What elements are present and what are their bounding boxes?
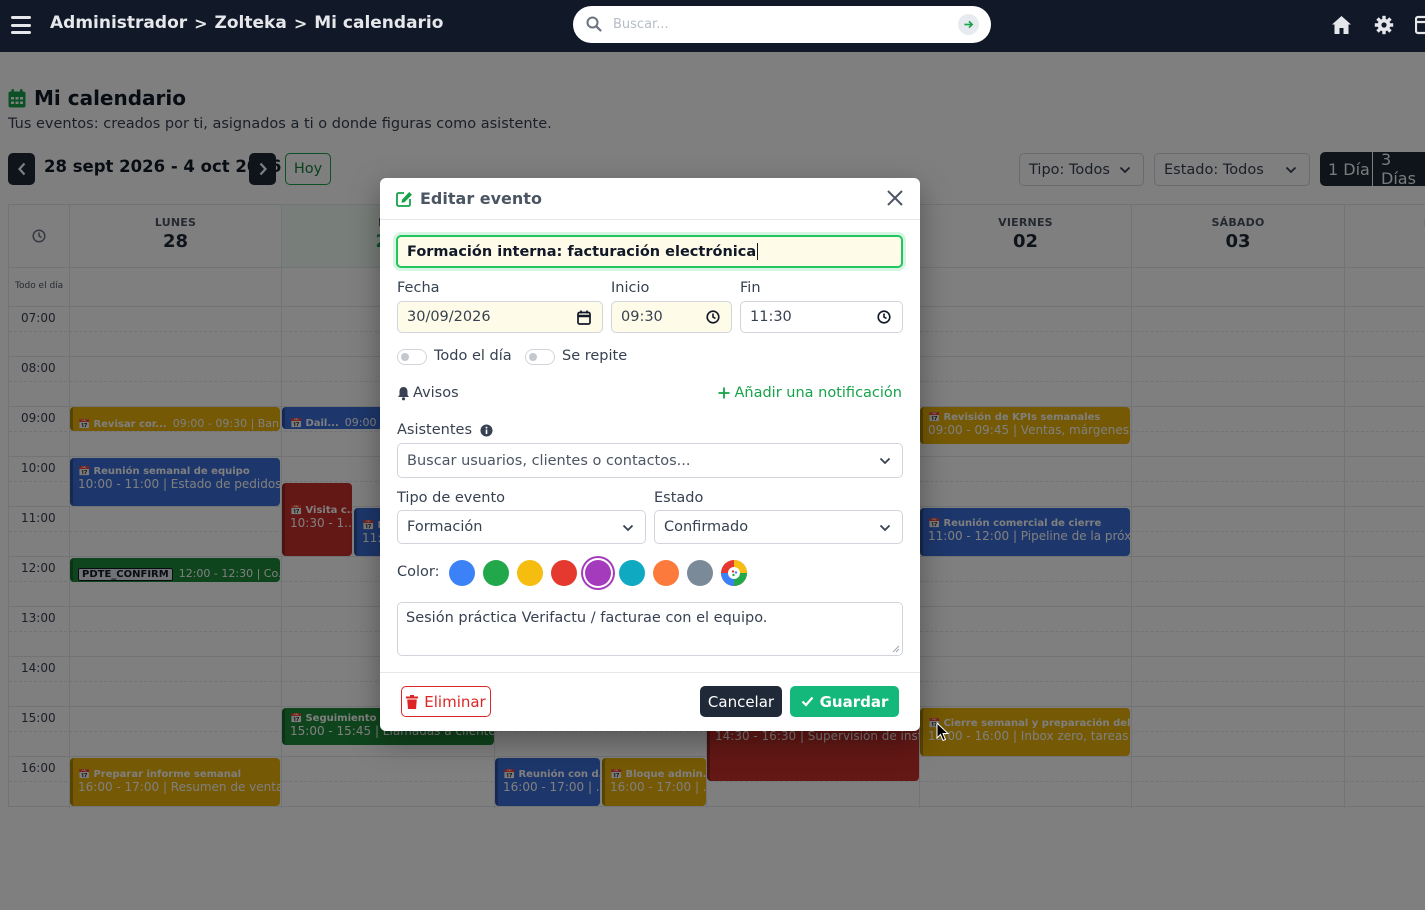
repeat-toggle[interactable] <box>525 349 555 365</box>
add-notification-label: Añadir una notificación <box>734 385 902 401</box>
event-type-select[interactable]: Formación <box>397 510 646 544</box>
event-type-label: Tipo de evento <box>397 490 506 506</box>
search-input[interactable] <box>613 14 933 34</box>
check-icon <box>801 696 813 707</box>
search-icon <box>586 16 602 32</box>
edit-icon <box>396 191 412 207</box>
breadcrumb-separator: > <box>293 13 308 33</box>
edit-event-dialog: Editar evento Formación interna: factura… <box>380 178 920 731</box>
dialog-title-text: Editar evento <box>420 189 542 208</box>
plus-icon <box>718 387 730 399</box>
delete-label: Eliminar <box>424 692 486 711</box>
resize-handle-icon[interactable] <box>892 645 900 653</box>
menu-icon[interactable] <box>11 16 31 34</box>
color-swatch-blue[interactable] <box>449 560 475 586</box>
end-label: Fin <box>740 280 761 296</box>
start-label: Inicio <box>611 280 650 296</box>
all-day-toggle[interactable] <box>397 349 427 365</box>
info-icon[interactable] <box>480 424 493 437</box>
alerts-label: Avisos <box>413 385 459 401</box>
date-value: 30/09/2026 <box>407 309 491 325</box>
delete-button[interactable]: Eliminar <box>401 686 491 717</box>
top-bar: Administrador > Zolteka > Mi calendario <box>0 0 1425 52</box>
calendar-icon <box>577 310 591 325</box>
save-label: Guardar <box>819 692 889 711</box>
start-time-value: 09:30 <box>621 309 663 325</box>
end-time-value: 11:30 <box>750 309 792 325</box>
custom-color-palette-icon[interactable] <box>721 560 747 586</box>
event-title-input[interactable]: Formación interna: facturación electróni… <box>396 235 903 268</box>
color-swatch-green[interactable] <box>483 560 509 586</box>
cancel-button[interactable]: Cancelar <box>700 686 782 717</box>
dialog-title: Editar evento <box>396 189 542 208</box>
add-notification-link[interactable]: Añadir una notificación <box>718 385 902 401</box>
repeat-label: Se repite <box>562 348 628 364</box>
status-value: Confirmado <box>664 519 749 535</box>
breadcrumb: Administrador > Zolteka > Mi calendario <box>50 13 443 33</box>
home-icon[interactable] <box>1331 15 1352 35</box>
attendees-search-input[interactable]: Buscar usuarios, clientes o contactos... <box>397 443 903 478</box>
attendees-label: Asistentes <box>397 422 473 438</box>
dialog-footer-divider <box>380 672 920 673</box>
breadcrumb-item-admin[interactable]: Administrador <box>50 13 187 33</box>
calendar-icon[interactable] <box>1415 15 1425 35</box>
mouse-cursor-icon <box>936 722 950 742</box>
description-value: Sesión práctica Verifactu / facturae con… <box>406 610 768 626</box>
arrow-right-icon <box>964 20 974 29</box>
event-type-value: Formación <box>407 519 483 535</box>
trash-icon <box>406 694 419 709</box>
chevron-down-icon <box>622 524 634 532</box>
date-label: Fecha <box>397 280 440 296</box>
event-title-value: Formación interna: facturación electróni… <box>407 243 757 260</box>
breadcrumb-item-company[interactable]: Zolteka <box>215 13 287 33</box>
save-button[interactable]: Guardar <box>790 686 899 717</box>
color-label: Color: <box>397 564 440 580</box>
gear-icon[interactable] <box>1374 15 1394 35</box>
clock-icon <box>706 310 720 324</box>
chevron-down-icon <box>879 524 891 532</box>
attendees-placeholder: Buscar usuarios, clientes o contactos... <box>407 452 691 469</box>
status-label: Estado <box>654 490 704 506</box>
breadcrumb-separator: > <box>194 13 208 33</box>
date-input[interactable]: 30/09/2026 <box>397 301 603 333</box>
start-time-input[interactable]: 09:30 <box>611 301 732 333</box>
color-swatch-yellow[interactable] <box>517 560 543 586</box>
all-day-label: Todo el día <box>434 348 512 364</box>
color-swatch-orange[interactable] <box>653 560 679 586</box>
description-textarea[interactable]: Sesión práctica Verifactu / facturae con… <box>397 602 903 656</box>
color-swatch-purple[interactable] <box>585 560 611 586</box>
status-select[interactable]: Confirmado <box>654 510 903 544</box>
chevron-down-icon <box>879 457 891 465</box>
alerts-section: Avisos <box>397 385 459 401</box>
dialog-header: Editar evento <box>380 178 920 220</box>
breadcrumb-item-current: Mi calendario <box>314 13 444 33</box>
color-swatch-cyan[interactable] <box>619 560 645 586</box>
search-submit-button[interactable] <box>958 14 979 35</box>
close-icon[interactable] <box>886 189 904 207</box>
clock-icon <box>877 310 891 324</box>
color-swatch-red[interactable] <box>551 560 577 586</box>
color-swatch-gray[interactable] <box>687 560 713 586</box>
attendees-section: Asistentes <box>397 422 493 438</box>
bell-icon <box>398 386 409 400</box>
search-bar <box>573 6 991 43</box>
end-time-input[interactable]: 11:30 <box>740 301 903 333</box>
